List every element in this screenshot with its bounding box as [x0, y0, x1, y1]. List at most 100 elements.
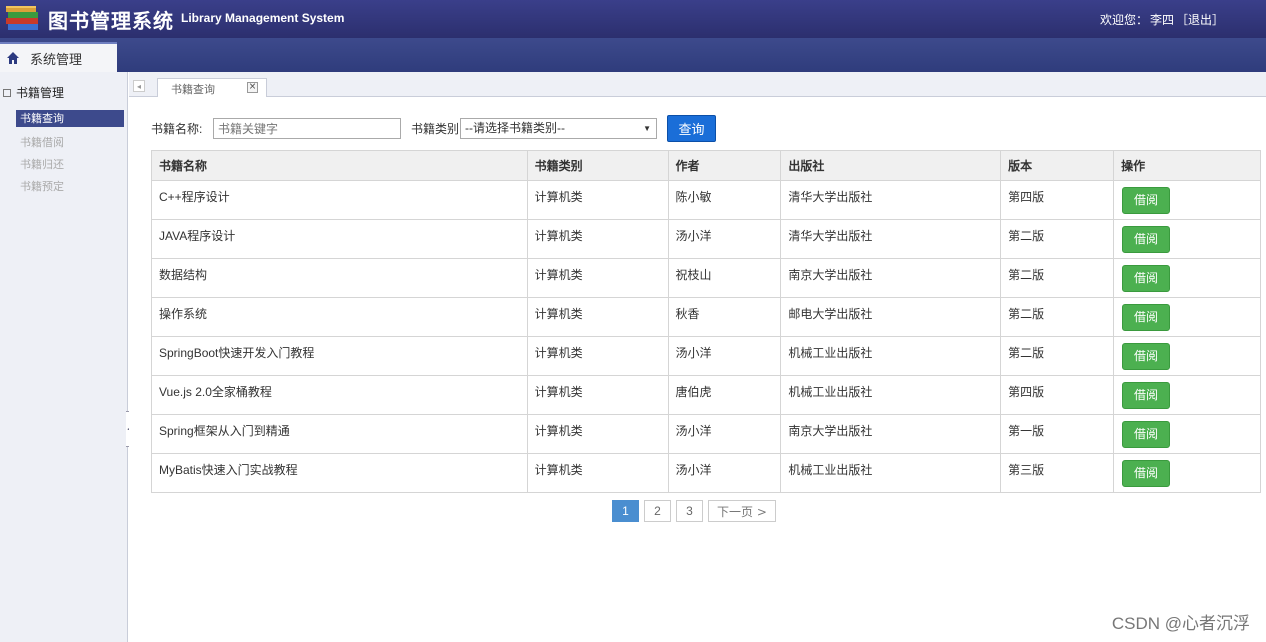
column-header-author: 作者: [667, 150, 782, 181]
cell-action: 借阅: [1113, 336, 1261, 376]
column-header-name: 书籍名称: [151, 150, 528, 181]
cell-publisher: 南京大学出版社: [780, 414, 1002, 454]
chevron-left-icon: ◂: [136, 81, 141, 91]
cell-category: 计算机类: [526, 258, 669, 298]
cell-author: 陈小敏: [667, 180, 782, 220]
borrow-button[interactable]: 借阅: [1122, 264, 1171, 292]
cell-publisher: 清华大学出版社: [780, 180, 1002, 220]
tab-book-query[interactable]: 书籍查询 ×: [157, 78, 267, 98]
sidebar-item-book-query[interactable]: 书籍查询: [16, 110, 124, 127]
borrow-button[interactable]: 借阅: [1122, 186, 1171, 214]
table-row: JAVA程序设计 计算机类 汤小洋 清华大学出版社 第二版 借阅: [151, 219, 1261, 259]
cell-category: 计算机类: [526, 414, 669, 454]
table-row: Spring框架从入门到精通 计算机类 汤小洋 南京大学出版社 第一版 借阅: [151, 414, 1261, 454]
cell-author: 唐伯虎: [667, 375, 782, 415]
cell-category: 计算机类: [526, 453, 669, 493]
cell-action: 借阅: [1113, 375, 1261, 415]
welcome-area: 欢迎您： 李四 ［退出］: [1098, 11, 1224, 28]
cell-action: 借阅: [1113, 219, 1261, 259]
tab-scroll-left-button[interactable]: ◂: [133, 80, 145, 92]
cell-name: JAVA程序设计: [151, 219, 528, 259]
cell-publisher: 机械工业出版社: [780, 336, 1002, 376]
sidebar-item-book-reserve[interactable]: 书籍预定: [0, 176, 128, 198]
table-header-row: 书籍名称 书籍类别 作者 出版社 版本 操作: [151, 150, 1261, 181]
sidebar-item-book-borrow[interactable]: 书籍借阅: [0, 132, 128, 154]
cell-action: 借阅: [1113, 180, 1261, 220]
cell-publisher: 机械工业出版社: [780, 375, 1002, 415]
watermark: CSDN @心者沉浮: [1111, 614, 1250, 633]
cell-author: 汤小洋: [667, 453, 782, 493]
sidebar-group-book-management[interactable]: 书籍管理: [3, 84, 64, 101]
top-navbar: 系统管理: [0, 38, 1266, 72]
collapse-box-icon: [3, 88, 11, 97]
borrow-button[interactable]: 借阅: [1122, 381, 1171, 409]
home-icon: [7, 52, 19, 64]
cell-publisher: 南京大学出版社: [780, 258, 1002, 298]
pagination: 1 2 3 下一页 >: [612, 500, 776, 522]
cell-name: SpringBoot快速开发入门教程: [151, 336, 528, 376]
cell-author: 秋香: [667, 297, 782, 337]
borrow-button[interactable]: 借阅: [1122, 342, 1171, 370]
cell-author: 祝枝山: [667, 258, 782, 298]
cell-edition: 第二版: [1000, 258, 1115, 298]
book-category-selected: --请选择书籍类别--: [465, 121, 565, 135]
book-table: 书籍名称 书籍类别 作者 出版社 版本 操作 C++程序设计 计算机类 陈小敏 …: [151, 150, 1261, 493]
table-row: MyBatis快速入门实战教程 计算机类 汤小洋 机械工业出版社 第三版 借阅: [151, 453, 1261, 493]
page-button-3[interactable]: 3: [676, 500, 703, 522]
cell-publisher: 清华大学出版社: [780, 219, 1002, 259]
books-logo-icon: [6, 6, 38, 30]
close-icon[interactable]: ×: [247, 82, 258, 93]
column-header-category: 书籍类别: [526, 150, 669, 181]
cell-author: 汤小洋: [667, 414, 782, 454]
page-button-2[interactable]: 2: [644, 500, 671, 522]
borrow-button[interactable]: 借阅: [1122, 303, 1171, 331]
tab-label: 书籍查询: [171, 82, 215, 96]
next-page-button[interactable]: 下一页 >: [708, 500, 776, 522]
sidebar-items: 书籍查询 书籍借阅 书籍归还 书籍预定: [0, 110, 128, 198]
sidebar-group-label: 书籍管理: [16, 86, 65, 100]
welcome-label: 欢迎您：: [1099, 13, 1148, 27]
cell-category: 计算机类: [526, 297, 669, 337]
cell-edition: 第二版: [1000, 219, 1115, 259]
cell-author: 汤小洋: [667, 219, 782, 259]
cell-name: 操作系统: [151, 297, 528, 337]
cell-category: 计算机类: [526, 336, 669, 376]
borrow-button[interactable]: 借阅: [1122, 420, 1171, 448]
tab-strip: ◂ 书籍查询 ×: [129, 72, 1266, 98]
nav-tab-system-management[interactable]: 系统管理: [0, 42, 117, 72]
borrow-button[interactable]: 借阅: [1122, 459, 1171, 487]
cell-name: Spring框架从入门到精通: [151, 414, 528, 454]
table-row: 操作系统 计算机类 秋香 邮电大学出版社 第二版 借阅: [151, 297, 1261, 337]
dropdown-arrow-icon: ▼: [643, 124, 651, 133]
query-button[interactable]: 查询: [667, 115, 716, 142]
cell-category: 计算机类: [526, 180, 669, 220]
column-header-publisher: 出版社: [780, 150, 1002, 181]
cell-name: C++程序设计: [151, 180, 528, 220]
cell-action: 借阅: [1113, 453, 1261, 493]
cell-edition: 第一版: [1000, 414, 1115, 454]
logout-link[interactable]: ［退出］: [1176, 13, 1224, 27]
cell-edition: 第四版: [1000, 180, 1115, 220]
cell-edition: 第四版: [1000, 375, 1115, 415]
cell-publisher: 机械工业出版社: [780, 453, 1002, 493]
cell-action: 借阅: [1113, 258, 1261, 298]
table-row: SpringBoot快速开发入门教程 计算机类 汤小洋 机械工业出版社 第二版 …: [151, 336, 1261, 376]
sidebar-item-book-return[interactable]: 书籍归还: [0, 154, 128, 176]
cell-edition: 第二版: [1000, 336, 1115, 376]
page-button-1[interactable]: 1: [612, 500, 639, 522]
app-subtitle: Library Management System: [181, 11, 345, 25]
user-name: 李四: [1149, 13, 1174, 27]
cell-name: MyBatis快速入门实战教程: [151, 453, 528, 493]
cell-name: Vue.js 2.0全家桶教程: [151, 375, 528, 415]
app-title: 图书管理系统: [48, 11, 174, 33]
table-row: Vue.js 2.0全家桶教程 计算机类 唐伯虎 机械工业出版社 第四版 借阅: [151, 375, 1261, 415]
cell-action: 借阅: [1113, 414, 1261, 454]
book-name-input[interactable]: [213, 118, 401, 139]
main-content: 书籍名称: 书籍类别: --请选择书籍类别-- ▼ 查询 书籍名称 书籍类别 作…: [129, 97, 1266, 642]
book-name-label: 书籍名称:: [151, 122, 203, 136]
app-header: 图书管理系统 Library Management System 欢迎您： 李四 ［…: [0, 0, 1266, 38]
search-bar: 书籍名称: 书籍类别: --请选择书籍类别-- ▼ 查询: [151, 115, 1251, 142]
cell-author: 汤小洋: [667, 336, 782, 376]
book-category-select[interactable]: --请选择书籍类别-- ▼: [460, 118, 657, 139]
borrow-button[interactable]: 借阅: [1122, 225, 1171, 253]
